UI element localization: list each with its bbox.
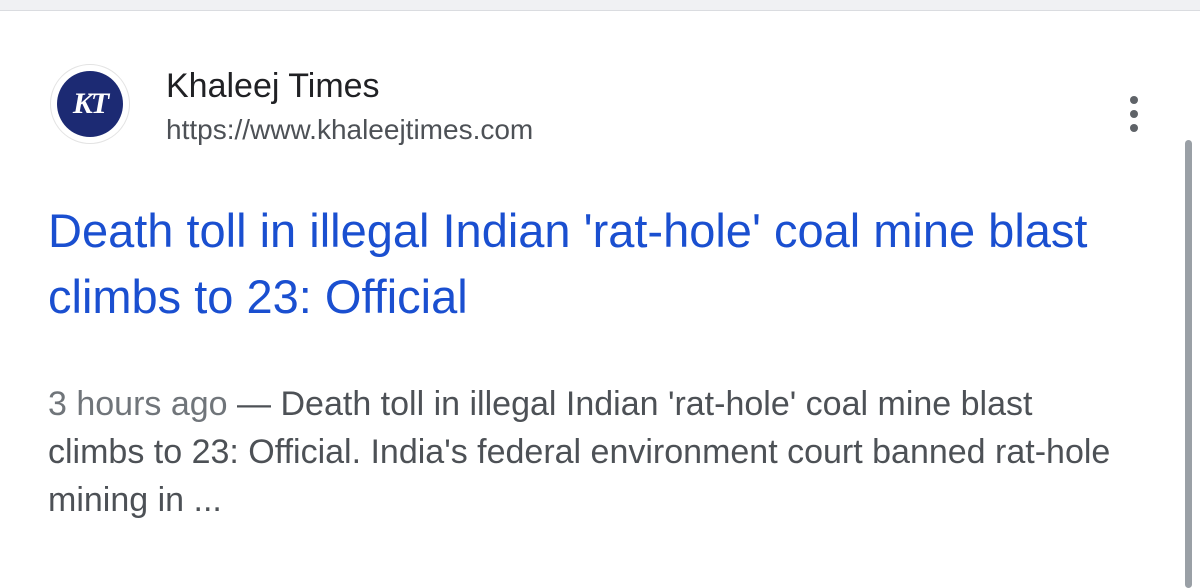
site-name[interactable]: Khaleej Times — [166, 66, 380, 106]
result-snippet: 3 hours ago — Death toll in illegal Indi… — [48, 380, 1128, 524]
top-divider-band — [0, 0, 1200, 11]
snippet-separator: — — [227, 385, 281, 423]
site-favicon[interactable]: KT — [50, 64, 130, 144]
scrollbar[interactable] — [1185, 140, 1192, 588]
result-title-link[interactable]: Death toll in illegal Indian 'rat-hole' … — [48, 198, 1118, 330]
more-options-button[interactable] — [1116, 90, 1152, 138]
more-vert-icon-dot — [1130, 110, 1138, 118]
site-url[interactable]: https://www.khaleejtimes.com — [166, 112, 533, 148]
snippet-date: 3 hours ago — [48, 385, 228, 423]
more-vert-icon — [1130, 96, 1138, 104]
more-vert-icon-dot — [1130, 124, 1138, 132]
favicon-text: KT — [72, 87, 109, 120]
khaleej-times-logo-icon: KT — [57, 71, 123, 137]
